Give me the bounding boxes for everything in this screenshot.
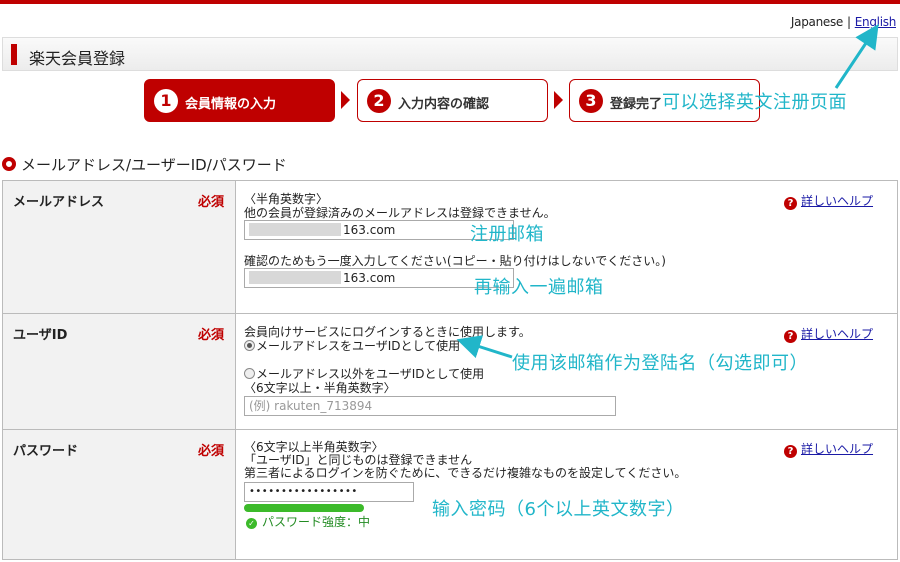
email-format: 〈半角英数字〉 xyxy=(244,192,329,206)
english-link[interactable]: English xyxy=(855,15,897,29)
email-help-link[interactable]: 詳しいヘルプ xyxy=(801,194,873,208)
userid-help: ? 詳しいヘルプ xyxy=(784,325,873,343)
step-label: 会員情報の入力 xyxy=(185,97,277,112)
required-badge: 必須 xyxy=(198,328,225,343)
password-note-2: 第三者によるログインを防ぐために、できるだけ複雑なものを設定してください。 xyxy=(244,466,687,480)
password-label: パスワード xyxy=(13,444,79,459)
password-label-cell: パスワード 必須 xyxy=(3,430,236,559)
step-number: 3 xyxy=(579,89,603,113)
email-note: 他の会員が登録済みのメールアドレスは登録できません。 xyxy=(244,206,556,220)
help-question-icon: ? xyxy=(784,330,797,343)
password-help-link[interactable]: 詳しいヘルプ xyxy=(801,442,873,456)
step-label: 登録完了 xyxy=(610,97,663,112)
email-confirm-note: 確認のためもう一度入力してください(コピー・貼り付けはしないでください。) xyxy=(244,254,666,268)
email-confirm-value: 163.com xyxy=(343,271,396,285)
check-icon: ✓ xyxy=(246,518,257,529)
userid-option-custom[interactable]: メールアドレス以外をユーザIDとして使用 xyxy=(244,367,484,381)
userid-note: 会員向けサービスにログインするときに使用します。 xyxy=(244,325,531,339)
radio-checked-icon[interactable] xyxy=(244,340,255,351)
step-number: 2 xyxy=(367,89,391,113)
step-arrow-icon xyxy=(554,91,563,109)
password-strength-bar xyxy=(244,504,364,512)
annotation-english: 可以选择英文注册页面 xyxy=(662,92,847,113)
annotation-password: 输入密码（6个以上英文数字） xyxy=(432,499,685,520)
userid-label: ユーザID xyxy=(13,328,68,343)
userid-help-link[interactable]: 詳しいヘルプ xyxy=(801,327,873,341)
step-number: 1 xyxy=(154,89,178,113)
page-title: 楽天会員登録 xyxy=(29,49,126,68)
email-help: ? 詳しいヘルプ xyxy=(784,192,873,210)
language-current: Japanese xyxy=(790,15,844,29)
password-strength: ✓ パスワード強度：中 xyxy=(246,513,370,530)
password-input[interactable]: ••••••••••••••••• xyxy=(244,482,414,502)
required-badge: 必須 xyxy=(198,444,225,459)
step-2-confirm: 2 入力内容の確認 xyxy=(357,79,548,122)
section-ring-icon xyxy=(2,157,16,171)
step-arrow-icon xyxy=(341,91,350,109)
password-format: 〈6文字以上半角英数字〉 xyxy=(244,440,384,454)
password-strength-label: パスワード強度：中 xyxy=(262,515,371,529)
email-row: メールアドレス 必須 xyxy=(3,181,897,314)
email-input-value: 163.com xyxy=(343,223,396,237)
step-1-input: 1 会員情報の入力 xyxy=(144,79,335,122)
password-note-1: 「ユーザID」と同じものは登録できません xyxy=(244,453,473,467)
email-redacted xyxy=(249,223,341,236)
language-switcher: Japanese | English xyxy=(791,15,896,29)
page-header: 楽天会員登録 xyxy=(2,37,898,71)
top-brand-bar xyxy=(0,0,900,4)
userid-format: 〈6文字以上・半角英数字〉 xyxy=(244,381,396,395)
userid-input[interactable]: (例) rakuten_713894 xyxy=(244,396,616,416)
help-question-icon: ? xyxy=(784,197,797,210)
userid-option-email-label: メールアドレスをユーザIDとして使用 xyxy=(256,339,461,353)
email-label: メールアドレス xyxy=(13,195,105,210)
userid-option-email[interactable]: メールアドレスをユーザIDとして使用 xyxy=(244,339,460,353)
userid-label-cell: ユーザID 必須 xyxy=(3,314,236,429)
password-help: ? 詳しいヘルプ xyxy=(784,440,873,458)
required-badge: 必須 xyxy=(198,195,225,210)
email-label-cell: メールアドレス 必須 xyxy=(3,181,236,313)
section-title: メールアドレス/ユーザーID/パスワード xyxy=(2,154,287,175)
radio-unchecked-icon[interactable] xyxy=(244,368,255,379)
header-accent-bar xyxy=(11,44,17,65)
language-separator: | xyxy=(847,15,851,29)
annotation-confirm: 再输入一遍邮箱 xyxy=(474,277,604,298)
annotation-email: 注册邮箱 xyxy=(470,224,544,245)
section-title-text: メールアドレス/ユーザーID/パスワード xyxy=(21,156,287,174)
annotation-userid: 使用该邮箱作为登陆名（勾选即可） xyxy=(512,353,808,374)
step-label: 入力内容の確認 xyxy=(398,97,490,112)
help-question-icon: ? xyxy=(784,445,797,458)
userid-option-custom-label: メールアドレス以外をユーザIDとして使用 xyxy=(256,367,485,381)
email-redacted xyxy=(249,271,341,284)
